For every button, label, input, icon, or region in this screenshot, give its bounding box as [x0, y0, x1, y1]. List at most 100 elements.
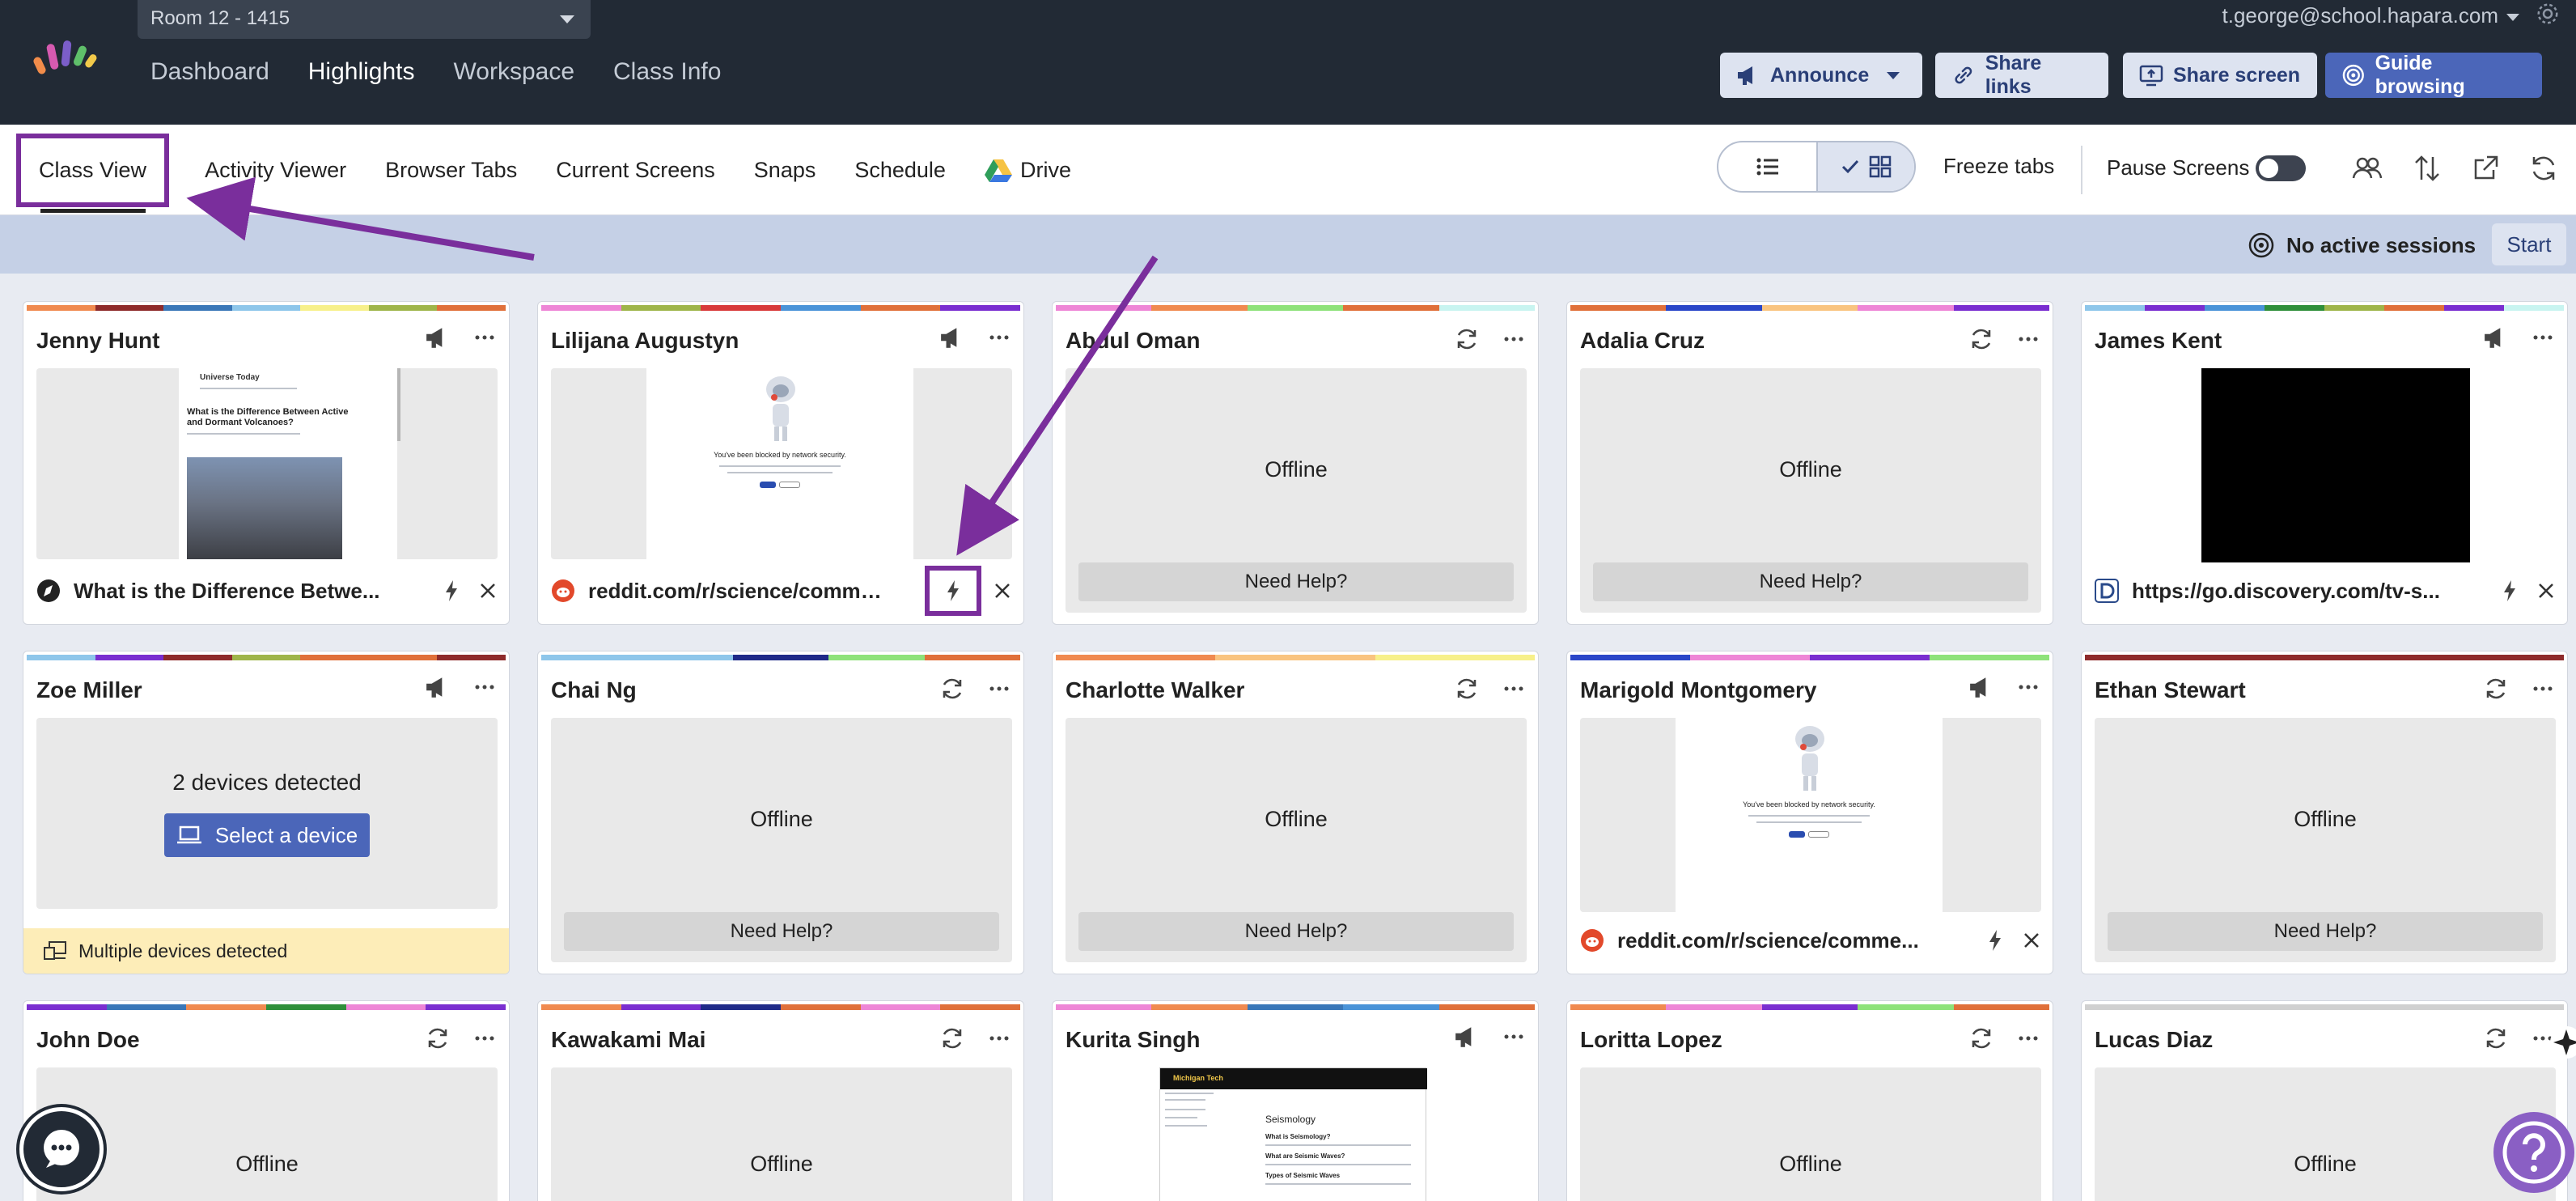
help-button[interactable]: [2493, 1112, 2574, 1193]
ai-assistant-button[interactable]: [2550, 1026, 2576, 1059]
screen-preview[interactable]: You've been blocked by network security.: [551, 368, 1012, 559]
screen-preview[interactable]: Michigan Tech Seismology What is Seismol…: [1066, 1067, 1527, 1201]
more-options-icon[interactable]: [1504, 1034, 1523, 1039]
need-help-button[interactable]: Need Help?: [1078, 562, 1514, 601]
nav-workspace[interactable]: Workspace: [454, 58, 575, 86]
view-mode-toggle[interactable]: [1717, 141, 1916, 193]
more-options-icon[interactable]: [1504, 337, 1523, 342]
share-links-button[interactable]: Share links: [1935, 52, 2108, 98]
start-session-button[interactable]: Start: [2492, 223, 2566, 265]
guide-browsing-button[interactable]: Guide browsing: [2325, 52, 2542, 98]
sync-icon[interactable]: [1968, 326, 1994, 352]
tab-browser-tabs[interactable]: Browser Tabs: [385, 158, 517, 183]
grid-view-button[interactable]: [1816, 142, 1914, 191]
tab-activity-viewer[interactable]: Activity Viewer: [205, 158, 346, 183]
sync-icon[interactable]: [939, 1025, 965, 1051]
nav-class-info[interactable]: Class Info: [613, 58, 721, 86]
sync-icon[interactable]: [2483, 676, 2509, 702]
student-card[interactable]: Adalia Cruz Offline Need Help?: [1566, 301, 2053, 625]
preview-page: You've been blocked by network security.: [646, 368, 913, 559]
nav-highlights[interactable]: Highlights: [308, 58, 415, 86]
tab-current-screens[interactable]: Current Screens: [556, 158, 715, 183]
screen-preview[interactable]: [2095, 368, 2556, 562]
active-tab-row[interactable]: reddit.com/r/science/comme...: [1580, 920, 2040, 961]
student-card[interactable]: Lilijana Augustyn You've been blocked by…: [537, 301, 1024, 625]
tab-snaps[interactable]: Snaps: [754, 158, 816, 183]
list-view-button[interactable]: [1718, 142, 1816, 191]
close-icon[interactable]: [480, 583, 496, 599]
screen-preview[interactable]: Universe Today What is the Difference Be…: [36, 368, 498, 559]
student-card[interactable]: Kurita Singh Michigan Tech Seismology Wh…: [1052, 1000, 1539, 1201]
active-tab-row[interactable]: https://go.discovery.com/tv-s...: [2095, 571, 2554, 611]
student-card[interactable]: Zoe Miller 2 devices detected Select a d…: [23, 651, 510, 974]
refresh-icon[interactable]: [2527, 152, 2560, 185]
sort-icon[interactable]: [2411, 152, 2443, 185]
highlighted-lightning-button[interactable]: [925, 566, 981, 616]
need-help-button[interactable]: Need Help?: [1593, 562, 2028, 601]
more-options-icon[interactable]: [2019, 1036, 2038, 1041]
student-card[interactable]: Chai Ng Offline Need Help?: [537, 651, 1024, 974]
more-options-icon[interactable]: [989, 1036, 1009, 1041]
more-options-icon[interactable]: [475, 335, 494, 340]
offline-preview: Offline: [2095, 1067, 2556, 1201]
close-icon[interactable]: [994, 583, 1010, 599]
sync-icon[interactable]: [939, 676, 965, 702]
sync-icon[interactable]: [1454, 676, 1480, 702]
lightning-icon[interactable]: [1988, 929, 2002, 952]
active-tab-row[interactable]: reddit.com/r/science/comme...: [551, 566, 1010, 616]
sync-icon[interactable]: [1454, 326, 1480, 352]
sync-icon[interactable]: [425, 1025, 451, 1051]
need-help-button[interactable]: Need Help?: [1078, 912, 1514, 951]
more-options-icon[interactable]: [2019, 337, 2038, 342]
more-options-icon[interactable]: [2533, 335, 2553, 340]
select-device-button[interactable]: Select a device: [164, 813, 370, 857]
pause-screens-toggle[interactable]: [2256, 155, 2306, 181]
more-options-icon[interactable]: [475, 1036, 494, 1041]
megaphone-icon[interactable]: [425, 326, 451, 349]
close-icon[interactable]: [2023, 932, 2040, 948]
megaphone-icon[interactable]: [425, 676, 451, 698]
student-card[interactable]: Abdul Oman Offline Need Help?: [1052, 301, 1539, 625]
room-select[interactable]: Room 12 - 1415: [138, 0, 591, 39]
screen-preview[interactable]: You've been blocked by network security.: [1580, 718, 2041, 912]
more-options-icon[interactable]: [2533, 686, 2553, 691]
more-options-icon[interactable]: [989, 686, 1009, 691]
sync-icon[interactable]: [2483, 1025, 2509, 1051]
target-icon: [2342, 64, 2364, 87]
student-card[interactable]: Loritta Lopez Offline: [1566, 1000, 2053, 1201]
group-icon[interactable]: [2351, 152, 2383, 185]
need-help-button[interactable]: Need Help?: [564, 912, 999, 951]
student-card[interactable]: Jenny Hunt Universe Today What is the Di…: [23, 301, 510, 625]
user-menu[interactable]: t.george@school.hapara.com: [2222, 3, 2519, 28]
student-card[interactable]: Charlotte Walker Offline Need Help?: [1052, 651, 1539, 974]
more-options-icon[interactable]: [2019, 685, 2038, 690]
megaphone-icon[interactable]: [1454, 1025, 1480, 1048]
hapara-logo[interactable]: [32, 39, 100, 78]
lightning-icon[interactable]: [2502, 579, 2517, 602]
more-options-icon[interactable]: [989, 335, 1009, 340]
tab-schedule[interactable]: Schedule: [854, 158, 946, 183]
lightning-icon[interactable]: [444, 579, 459, 602]
close-icon[interactable]: [2538, 583, 2554, 599]
student-card[interactable]: Marigold Montgomery You've been blocked …: [1566, 651, 2053, 974]
student-card[interactable]: Ethan Stewart Offline Need Help?: [2081, 651, 2568, 974]
student-card[interactable]: James Kent https://go.discovery.com/tv-s…: [2081, 301, 2568, 625]
megaphone-icon[interactable]: [1968, 676, 1994, 698]
external-window-icon[interactable]: [2469, 152, 2502, 185]
announce-button[interactable]: Announce: [1720, 53, 1922, 98]
more-options-icon[interactable]: [475, 685, 494, 690]
megaphone-icon[interactable]: [939, 326, 965, 349]
freeze-tabs-button[interactable]: Freeze tabs: [1943, 154, 2054, 179]
need-help-button[interactable]: Need Help?: [2108, 912, 2543, 951]
chat-button[interactable]: [19, 1107, 104, 1191]
megaphone-icon[interactable]: [2483, 326, 2509, 349]
more-options-icon[interactable]: [1504, 686, 1523, 691]
active-tab-row[interactable]: What is the Difference Betwe...: [36, 571, 496, 611]
tab-class-view[interactable]: Class View: [16, 133, 170, 207]
share-screen-button[interactable]: Share screen: [2123, 53, 2317, 98]
tab-drive[interactable]: Drive: [984, 158, 1071, 183]
sync-icon[interactable]: [1968, 1025, 1994, 1051]
student-card[interactable]: Kawakami Mai Offline: [537, 1000, 1024, 1201]
nav-dashboard[interactable]: Dashboard: [150, 58, 269, 86]
gear-icon[interactable]: [2536, 2, 2560, 26]
